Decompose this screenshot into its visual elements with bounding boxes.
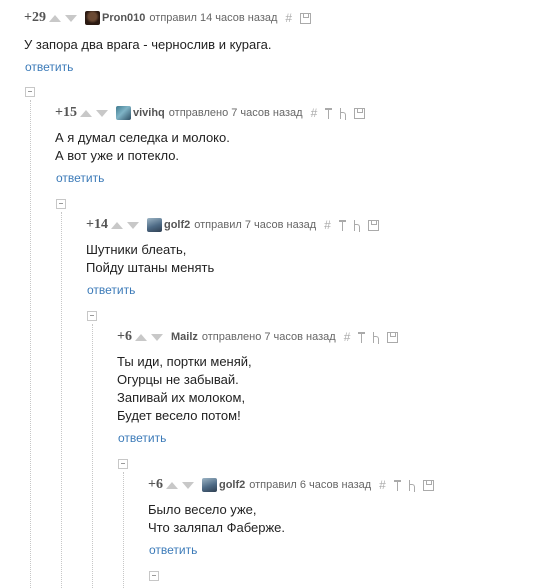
comment-header: +6 Mailz отправлено 7 часов назад # (117, 329, 399, 345)
reply-link[interactable]: ответить (87, 283, 135, 297)
arrow-down-icon[interactable] (126, 221, 139, 229)
thread-line (123, 472, 124, 588)
pin-icon[interactable] (393, 479, 401, 491)
collapse-icon[interactable] (56, 199, 66, 209)
collapse-icon[interactable] (87, 311, 97, 321)
parent-icon[interactable] (339, 107, 347, 120)
arrow-up-icon[interactable] (48, 14, 61, 22)
hash-icon[interactable]: # (311, 107, 318, 119)
username[interactable]: Mailz (171, 331, 198, 343)
thread-line (92, 324, 93, 588)
pin-icon[interactable] (358, 331, 366, 343)
save-icon[interactable] (354, 107, 366, 119)
reply-link[interactable]: ответить (25, 60, 73, 74)
pin-icon[interactable] (325, 107, 333, 119)
parent-icon[interactable] (353, 219, 360, 232)
comment-text: А я думал селедка и молоко. А вот уже и … (55, 130, 230, 163)
comment-timestamp: отправил 6 часов назад (249, 479, 372, 491)
parent-icon[interactable] (372, 331, 380, 344)
avatar[interactable] (201, 478, 217, 492)
username[interactable]: golf2 (164, 219, 190, 231)
comment-rating: +6 (117, 329, 132, 344)
comment-text: Шутники блеать, Пойду штаны менять (86, 242, 215, 275)
comment-rating: +29 (24, 10, 46, 25)
save-icon[interactable] (367, 219, 379, 231)
username[interactable]: vivihq (133, 107, 165, 119)
comment-header: +14 golf2 отправил 7 часов назад # (86, 217, 379, 233)
reply-link[interactable]: ответить (56, 171, 104, 185)
arrow-down-icon[interactable] (95, 109, 108, 117)
arrow-up-icon[interactable] (110, 221, 123, 229)
comment-text: У запора два врага - чернослив и курага. (24, 37, 272, 52)
thread-line (30, 100, 31, 588)
collapse-icon[interactable] (118, 459, 128, 469)
save-icon[interactable] (422, 479, 434, 491)
comment-timestamp: отправил 7 часов назад (194, 219, 317, 231)
arrow-up-icon[interactable] (165, 481, 178, 489)
avatar[interactable] (84, 11, 100, 25)
hash-icon[interactable]: # (285, 12, 292, 24)
comment-rating: +14 (86, 217, 108, 232)
save-icon[interactable] (387, 331, 399, 343)
arrow-down-icon[interactable] (181, 481, 194, 489)
comment-timestamp: отправлено 7 часов назад (168, 107, 303, 119)
avatar[interactable] (115, 106, 131, 120)
comment-timestamp: отправил 14 часов назад (149, 12, 278, 24)
hash-icon[interactable]: # (324, 219, 331, 231)
arrow-up-icon[interactable] (134, 333, 147, 341)
reply-link[interactable]: ответить (149, 543, 197, 557)
arrow-down-icon[interactable] (150, 333, 163, 341)
parent-icon[interactable] (408, 479, 415, 492)
pin-icon[interactable] (338, 219, 346, 231)
reply-link[interactable]: ответить (118, 431, 166, 445)
hash-icon[interactable]: # (344, 331, 351, 343)
arrow-down-icon[interactable] (64, 14, 77, 22)
comment-text: Ты иди, портки меняй, Огурцы не забывай.… (117, 354, 252, 423)
save-icon[interactable] (300, 12, 312, 24)
username[interactable]: Pron010 (102, 12, 145, 24)
comment-rating: +15 (55, 105, 77, 120)
comment-text: Было весело уже, Что заляпал Фаберже. (148, 502, 286, 535)
comment-header: +15 vivihq отправлено 7 часов назад # (55, 105, 366, 121)
avatar[interactable] (146, 218, 162, 232)
comment-rating: +6 (148, 477, 163, 492)
collapse-icon[interactable] (149, 571, 159, 581)
comment-header: +6 golf2 отправил 6 часов назад # (148, 477, 434, 493)
comment-header: +29 Pron010 отправил 14 часов назад # (24, 10, 312, 26)
hash-icon[interactable]: # (379, 479, 386, 491)
arrow-up-icon[interactable] (79, 109, 92, 117)
thread-line (61, 212, 62, 588)
comment-timestamp: отправлено 7 часов назад (201, 331, 336, 343)
collapse-icon[interactable] (25, 87, 35, 97)
username[interactable]: golf2 (219, 479, 245, 491)
